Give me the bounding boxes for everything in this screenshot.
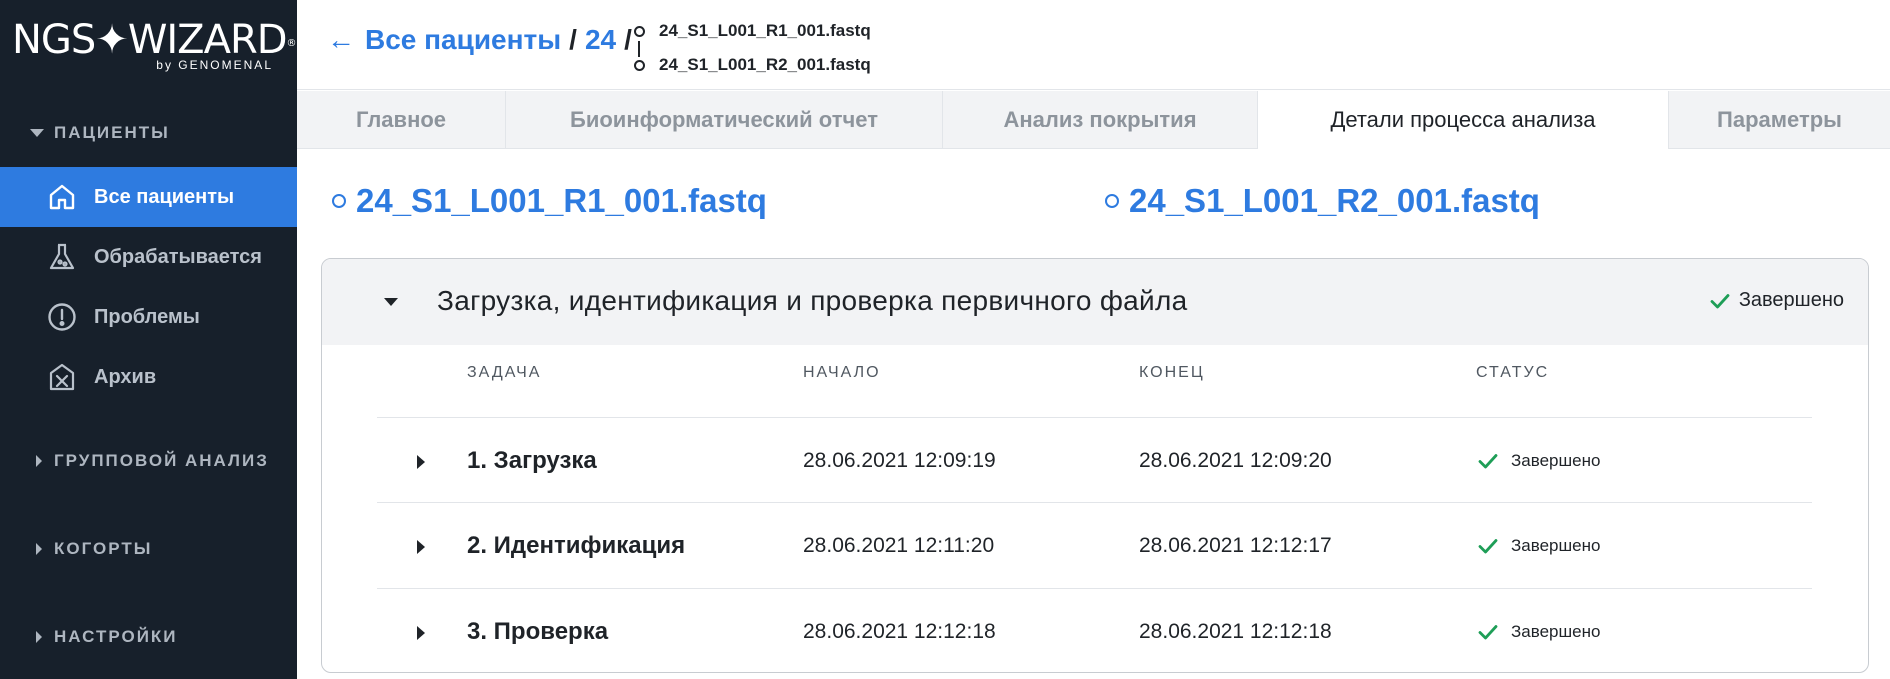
file-title-text: 24_S1_L001_R1_001.fastq	[356, 182, 767, 219]
breadcrumb-patient-id[interactable]: 24	[585, 24, 616, 56]
file-pair-name: 24_S1_L001_R2_001.fastq	[659, 55, 871, 74]
process-panel: Загрузка, идентификация и проверка перви…	[321, 258, 1869, 673]
file-ring-icon	[634, 25, 645, 37]
tab-parameters[interactable]: Параметры	[1669, 91, 1890, 149]
file-pair-name: 24_S1_L001_R1_001.fastq	[659, 21, 871, 40]
app-logo[interactable]: NGS✦WIZARD® by GENOMENAL	[12, 17, 297, 74]
file-pair: 24_S1_L001_R1_001.fastq 24_S1_L001_R2_00…	[634, 14, 871, 82]
status-text: Завершено	[1511, 622, 1601, 641]
sidebar-section-label: ПАЦИЕНТЫ	[54, 123, 170, 142]
file-title-r1[interactable]: 24_S1_L001_R1_001.fastq	[332, 182, 767, 220]
breadcrumb-all-patients[interactable]: Все пациенты	[365, 24, 561, 56]
file-ring-icon	[1105, 194, 1119, 208]
expand-caret-icon[interactable]	[417, 626, 425, 640]
archive-icon	[49, 363, 75, 391]
sidebar-item-processing[interactable]: Обрабатывается	[0, 227, 297, 287]
sidebar-item-label: Обрабатывается	[94, 245, 262, 268]
status-text: Завершено	[1511, 536, 1601, 555]
breadcrumb-separator: /	[624, 24, 632, 55]
sidebar-section-settings[interactable]: НАСТРОЙКИ	[30, 625, 178, 649]
expand-caret-icon[interactable]	[417, 540, 425, 554]
tab-coverage-analysis[interactable]: Анализ покрытия	[943, 91, 1258, 149]
tab-main[interactable]: Главное	[297, 91, 506, 149]
task-name: 2. Идентификация	[467, 532, 686, 559]
tab-analysis-process-details[interactable]: Детали процесса анализа	[1258, 91, 1669, 149]
sidebar-item-label: Проблемы	[94, 305, 200, 328]
task-status: Завершено	[1477, 535, 1600, 557]
collapse-caret-icon[interactable]	[384, 298, 398, 306]
table-row[interactable]: 1. Загрузка 28.06.2021 12:09:19 28.06.20…	[377, 417, 1812, 503]
sidebar-section-label: КОГОРТЫ	[54, 539, 153, 558]
logo-registered-mark: ®	[286, 38, 297, 49]
caret-down-icon	[30, 129, 44, 137]
breadcrumb-separator: /	[569, 24, 577, 55]
home-icon	[49, 184, 75, 210]
table-row[interactable]: 3. Проверка 28.06.2021 12:12:18 28.06.20…	[377, 588, 1812, 672]
sidebar-section-label: НАСТРОЙКИ	[54, 627, 178, 646]
file-link-line	[638, 41, 640, 57]
task-end: 28.06.2021 12:09:20	[1139, 449, 1332, 472]
alert-circle-icon	[48, 303, 76, 331]
flask-icon	[49, 243, 75, 270]
task-end: 28.06.2021 12:12:17	[1139, 534, 1332, 557]
task-start: 28.06.2021 12:11:20	[803, 534, 995, 557]
check-icon	[1478, 625, 1498, 640]
process-panel-header[interactable]: Загрузка, идентификация и проверка перви…	[322, 259, 1868, 345]
task-status: Завершено	[1477, 621, 1600, 643]
sidebar-item-all-patients[interactable]: Все пациенты	[0, 167, 297, 227]
status-text: Завершено	[1511, 451, 1601, 470]
sidebar-section-group-analysis[interactable]: ГРУППОВОЙ АНАЛИЗ	[30, 449, 269, 473]
sidebar-section-cohorts[interactable]: КОГОРТЫ	[30, 537, 152, 561]
task-end: 28.06.2021 12:12:18	[1139, 620, 1332, 643]
column-header-end: КОНЕЦ	[1139, 364, 1205, 381]
process-panel-title: Загрузка, идентификация и проверка перви…	[437, 285, 1188, 316]
caret-right-icon	[36, 455, 42, 467]
file-title-r2[interactable]: 24_S1_L001_R2_001.fastq	[1105, 182, 1540, 220]
tab-bioinformatics-report[interactable]: Биоинформатический отчет	[506, 91, 943, 149]
status-text: Завершено	[1738, 289, 1844, 311]
back-arrow-icon[interactable]: ←	[327, 24, 355, 56]
check-icon	[1478, 454, 1498, 469]
tab-bar: Главное Биоинформатический отчет Анализ …	[297, 91, 1890, 149]
column-header-status: СТАТУС	[1476, 364, 1550, 381]
caret-right-icon	[36, 543, 42, 555]
breadcrumb: ← Все пациенты / 24 /	[327, 24, 640, 56]
status-badge: Завершено	[1709, 289, 1844, 312]
column-header-start: НАЧАЛО	[803, 364, 881, 381]
logo-text: NGS✦WIZARD	[12, 17, 288, 63]
file-pair-item: 24_S1_L001_R1_001.fastq	[634, 14, 871, 48]
caret-right-icon	[36, 631, 42, 643]
file-ring-icon	[634, 59, 645, 71]
logo-subtitle: by GENOMENAL	[156, 58, 273, 72]
check-icon	[1710, 293, 1730, 308]
task-start: 28.06.2021 12:09:19	[803, 449, 996, 472]
task-status: Завершено	[1477, 450, 1600, 472]
file-pair-item: 24_S1_L001_R2_001.fastq	[634, 48, 871, 82]
sidebar-section-patients[interactable]: ПАЦИЕНТЫ	[30, 121, 170, 145]
sidebar-item-archive[interactable]: Архив	[0, 347, 297, 407]
sidebar-section-label: ГРУППОВОЙ АНАЛИЗ	[54, 451, 269, 470]
check-icon	[1478, 539, 1498, 554]
task-name: 1. Загрузка	[467, 447, 597, 474]
page-header: ← Все пациенты / 24 / 24_S1_L001_R1_001.…	[297, 0, 1890, 90]
sidebar-item-problems[interactable]: Проблемы	[0, 287, 297, 347]
file-ring-icon	[332, 194, 346, 208]
sidebar: NGS✦WIZARD® by GENOMENAL ПАЦИЕНТЫ Все па…	[0, 0, 297, 679]
table-row[interactable]: 2. Идентификация 28.06.2021 12:11:20 28.…	[377, 502, 1812, 588]
column-header-task: ЗАДАЧА	[467, 364, 542, 381]
expand-caret-icon[interactable]	[417, 455, 425, 469]
task-name: 3. Проверка	[467, 618, 609, 645]
task-start: 28.06.2021 12:12:18	[803, 620, 996, 643]
sidebar-item-label: Архив	[94, 365, 157, 388]
sidebar-item-label: Все пациенты	[94, 185, 235, 208]
file-title-text: 24_S1_L001_R2_001.fastq	[1129, 182, 1540, 219]
